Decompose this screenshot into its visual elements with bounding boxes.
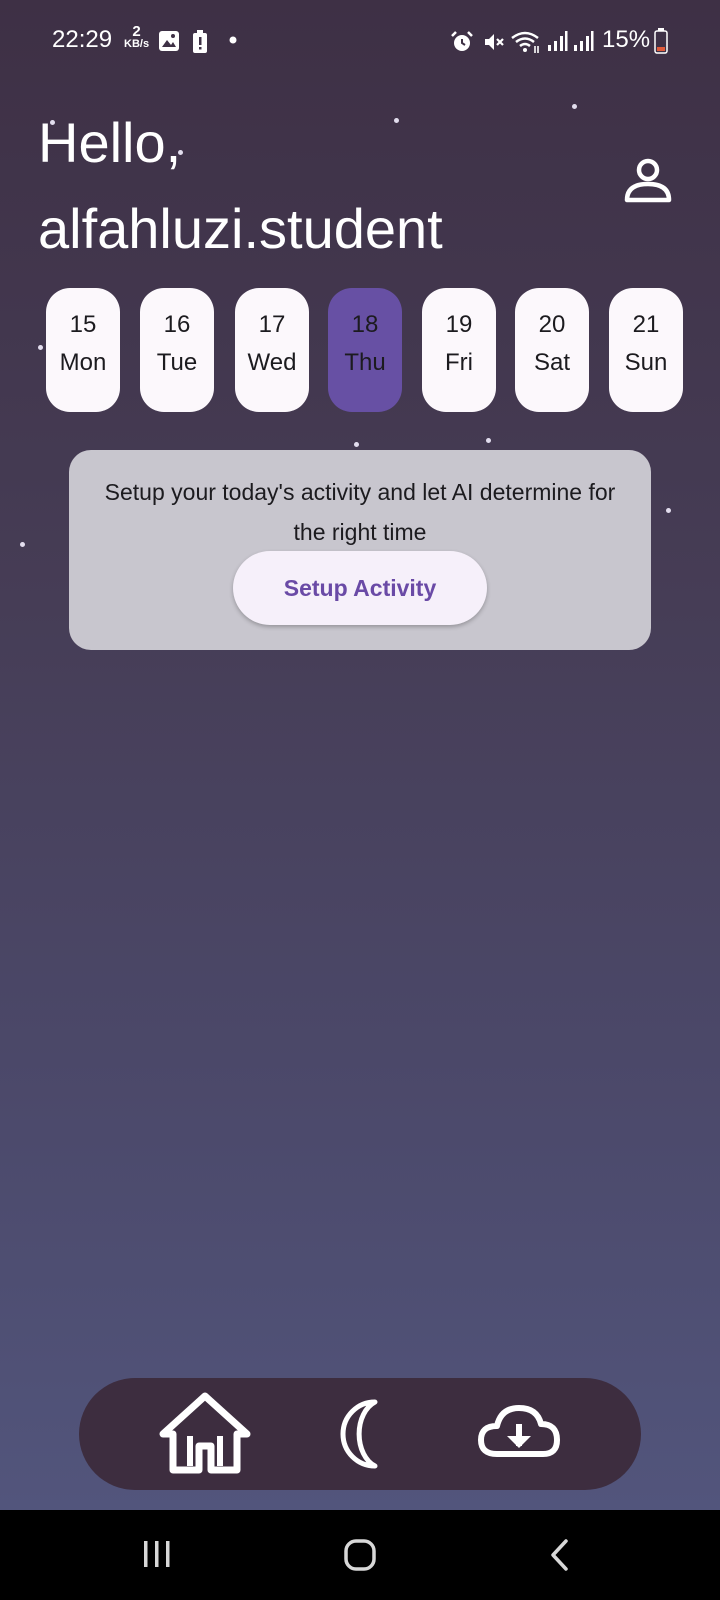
- battery-alert-icon: [193, 30, 207, 53]
- signal-icon: [574, 31, 594, 51]
- day-chip-16[interactable]: 16 Tue: [140, 288, 214, 412]
- day-selector: 15 Mon 16 Tue 17 Wed 18 Thu 19 Fri 20 Sa…: [46, 288, 686, 412]
- day-chip-21[interactable]: 21 Sun: [609, 288, 683, 412]
- status-time: 22:29: [52, 26, 113, 53]
- greeting-heading: Hello, alfahluzi.student: [38, 100, 443, 272]
- day-chip-19[interactable]: 19 Fri: [422, 288, 496, 412]
- day-name: Fri: [445, 349, 473, 376]
- day-name: Wed: [247, 349, 297, 376]
- day-date: 16: [163, 311, 191, 338]
- day-name: Mon: [59, 349, 107, 376]
- gallery-icon: [159, 31, 179, 51]
- setup-activity-button[interactable]: Setup Activity: [233, 551, 487, 625]
- nav-home-button[interactable]: [157, 1390, 253, 1478]
- battery-icon: [654, 28, 668, 54]
- moon-icon: [340, 1399, 378, 1469]
- wifi-icon: [511, 31, 539, 53]
- cloud-download-icon: [478, 1405, 560, 1457]
- recent-apps-icon[interactable]: [138, 1538, 178, 1572]
- activity-card: Setup your today's activity and let AI d…: [69, 450, 651, 650]
- day-name: Sat: [533, 349, 571, 376]
- activity-message: Setup your today's activity and let AI d…: [104, 479, 616, 545]
- star-decoration: [572, 104, 577, 109]
- day-date: 18: [351, 311, 379, 338]
- mute-icon: [485, 34, 504, 50]
- bottom-navigation: [79, 1378, 641, 1490]
- star-decoration: [486, 438, 491, 443]
- greeting-username: alfahluzi.student: [38, 197, 443, 260]
- greeting-hello: Hello,: [38, 111, 182, 174]
- home-icon: [159, 1392, 251, 1474]
- day-chip-18-selected[interactable]: 18 Thu: [328, 288, 402, 412]
- system-navigation-bar: [0, 1510, 720, 1600]
- day-date: 20: [538, 311, 566, 338]
- star-decoration: [666, 508, 671, 513]
- nav-sleep-button[interactable]: [313, 1390, 409, 1478]
- network-speed-unit: KB/s: [124, 38, 150, 50]
- dot-icon: [229, 36, 237, 44]
- day-date: 17: [258, 311, 286, 338]
- profile-button[interactable]: [620, 154, 676, 210]
- star-decoration: [38, 345, 43, 350]
- home-circle-icon[interactable]: [340, 1538, 380, 1572]
- day-date: 15: [69, 311, 97, 338]
- day-date: 21: [632, 311, 660, 338]
- nav-download-button[interactable]: [471, 1390, 567, 1478]
- status-bar: 22:29 2 KB/s 15%: [0, 22, 720, 62]
- star-decoration: [20, 542, 25, 547]
- alarm-icon: [451, 31, 473, 51]
- back-icon[interactable]: [540, 1538, 580, 1572]
- day-name: Tue: [156, 349, 198, 376]
- star-decoration: [354, 442, 359, 447]
- day-chip-20[interactable]: 20 Sat: [515, 288, 589, 412]
- battery-percent: 15%: [602, 26, 651, 53]
- day-name: Thu: [344, 349, 386, 376]
- user-icon: [624, 158, 672, 203]
- app-screen: 22:29 2 KB/s 15% Hello, alfahluzi.studen…: [0, 0, 720, 1510]
- day-date: 19: [445, 311, 473, 338]
- signal-icon: [548, 31, 568, 51]
- network-speed: 2 KB/s: [124, 24, 150, 50]
- day-name: Sun: [624, 349, 668, 376]
- day-chip-15[interactable]: 15 Mon: [46, 288, 120, 412]
- day-chip-17[interactable]: 17 Wed: [235, 288, 309, 412]
